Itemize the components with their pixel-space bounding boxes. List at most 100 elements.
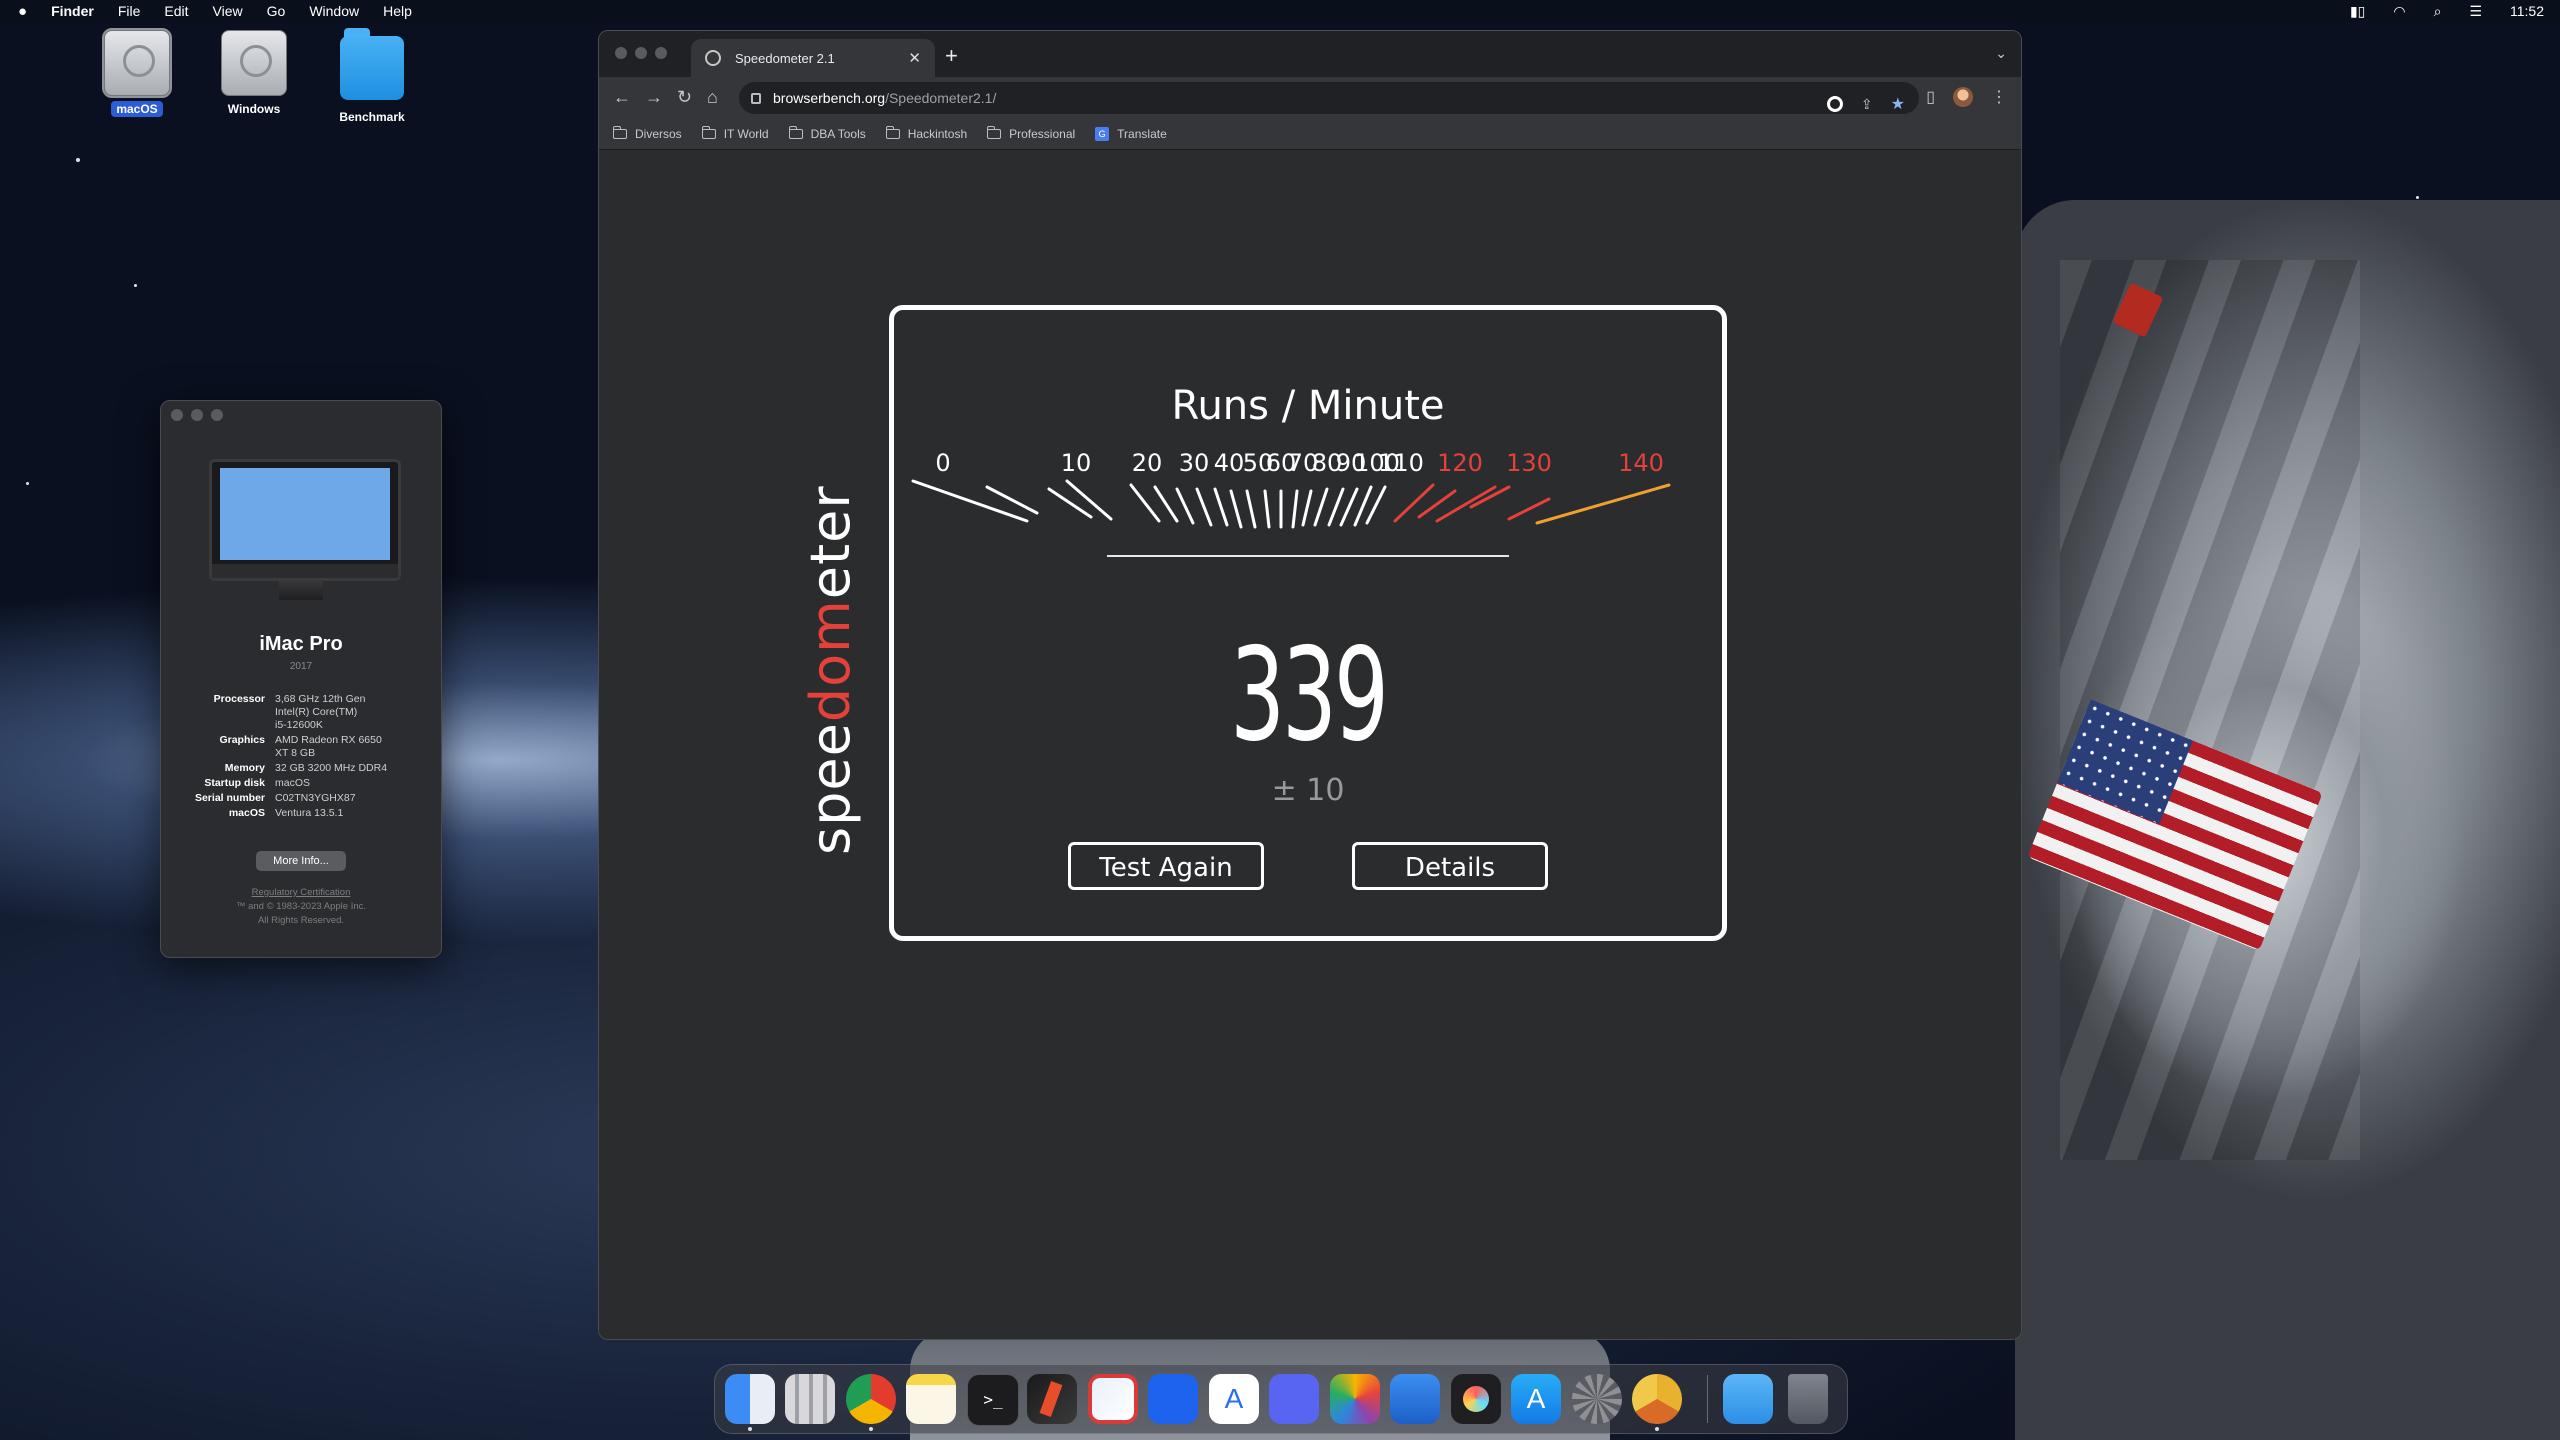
regulatory-link[interactable]: Regulatory Certification (161, 886, 441, 900)
running-indicator (869, 1427, 873, 1431)
score-margin: ± 10 (1271, 773, 1345, 808)
davinci-resolve-icon[interactable] (1451, 1374, 1501, 1424)
spotlight-icon[interactable]: ⌕ (2434, 3, 2442, 20)
pixelmator-icon[interactable] (1330, 1374, 1380, 1424)
gauge-label-130: 130 (1506, 449, 1552, 477)
launchpad-icon[interactable] (785, 1374, 835, 1424)
new-tab-button[interactable]: + (945, 43, 958, 69)
window-controls (171, 409, 223, 421)
bookmark-translate[interactable]: G Translate (1095, 127, 1167, 141)
bookmark-professional[interactable]: Professional (987, 126, 1075, 141)
gauge-tick-lines (911, 479, 1671, 529)
widgets-icon[interactable]: ▮▯ (2350, 3, 2365, 20)
toolbox-icon[interactable] (1027, 1374, 1077, 1424)
tab-search-icon[interactable]: ⌄ (1995, 45, 2007, 62)
folder-icon (613, 126, 627, 139)
app-store-icon[interactable]: A (1511, 1374, 1561, 1424)
trash-icon[interactable] (1788, 1374, 1828, 1424)
gauge-label-110: 110 (1378, 449, 1424, 477)
running-indicator (1655, 1427, 1659, 1431)
apple-menu-icon[interactable]: ● (18, 3, 27, 20)
gauge-label-40: 40 (1214, 449, 1245, 477)
gauge-tick-mark (1065, 479, 1113, 521)
close-tab-icon[interactable]: ✕ (908, 49, 921, 67)
gauge-label-30: 30 (1179, 449, 1210, 477)
window-controls (615, 47, 667, 59)
address-bar[interactable]: browserbench.org/Speedometer2.1/ ⇪ ★ (739, 82, 1919, 114)
gauge-tick-mark (1195, 487, 1213, 527)
menu-kebab-icon[interactable]: ⋮ (1991, 87, 2007, 107)
zoom-button[interactable] (655, 47, 667, 59)
chrome-icon[interactable] (846, 1374, 896, 1424)
reload-icon[interactable]: ↻ (677, 87, 692, 108)
desktop-icon-label: Benchmark (339, 110, 405, 124)
textedit-icon[interactable]: A (1209, 1374, 1259, 1424)
terminal-icon[interactable]: >_ (967, 1374, 1019, 1426)
url-path: /Speedometer2.1/ (885, 90, 997, 106)
test-again-button[interactable]: Test Again (1068, 842, 1264, 890)
notes-icon[interactable] (906, 1374, 956, 1424)
menu-window[interactable]: Window (309, 3, 359, 19)
gauge-tick-mark (1245, 489, 1257, 529)
wifi-icon[interactable]: ◠ (2393, 3, 2405, 20)
dock: >_ A A (714, 1364, 1848, 1434)
more-info-button[interactable]: More Info... (256, 851, 346, 871)
preview-icon[interactable] (1390, 1374, 1440, 1424)
close-button[interactable] (615, 47, 627, 59)
chrome-canary-icon[interactable] (1632, 1374, 1682, 1424)
desktop-icon-label: macOS (111, 101, 163, 117)
menubar-clock[interactable]: 11:52 (2510, 3, 2544, 19)
finder-icon[interactable] (725, 1374, 775, 1424)
star (134, 284, 137, 287)
share-icon[interactable]: ⇪ (1861, 96, 1873, 113)
google-lens-icon[interactable] (1826, 96, 1843, 112)
spec-row: Serial number C02TN3YGHX87 (194, 792, 356, 804)
desktop-icon-benchmark[interactable]: Benchmark (317, 28, 427, 124)
star (76, 158, 80, 162)
home-icon[interactable]: ⌂ (707, 87, 718, 108)
address-bar-actions: ⇪ ★ (1826, 94, 1905, 114)
bookmark-it-world[interactable]: IT World (701, 126, 769, 141)
runs-per-minute-title: Runs / Minute (1171, 383, 1445, 429)
minimize-button[interactable] (191, 409, 203, 421)
minimize-button[interactable] (635, 47, 647, 59)
menu-app-name[interactable]: Finder (51, 3, 94, 19)
docker-icon[interactable] (1148, 1374, 1198, 1424)
close-button[interactable] (171, 409, 183, 421)
back-icon[interactable]: ← (613, 87, 631, 108)
control-center-icon[interactable]: ☰ (2469, 3, 2482, 20)
bookmark-dba-tools[interactable]: DBA Tools (788, 126, 866, 141)
bookmark-diversos[interactable]: Diversos (613, 126, 682, 141)
gauge-tick-mark (1313, 487, 1329, 527)
toolbar-right: ▯ ⋮ (1926, 87, 2007, 107)
desktop-icon-windows[interactable]: Windows (199, 30, 309, 116)
tab-title: Speedometer 2.1 (735, 50, 835, 66)
star (26, 482, 29, 485)
details-button[interactable]: Details (1352, 842, 1548, 890)
forward-icon[interactable]: → (645, 87, 663, 108)
translate-icon: G (1095, 127, 1110, 141)
discord-icon[interactable] (1269, 1374, 1319, 1424)
downloads-folder-icon[interactable] (1723, 1374, 1773, 1424)
side-panel-icon[interactable]: ▯ (1926, 87, 1935, 107)
spec-row: Processor 3,68 GHz 12th Gen Intel(R) Core… (213, 693, 366, 731)
profile-avatar[interactable] (1953, 87, 1973, 107)
desktop-icon-macos[interactable]: macOS (82, 28, 192, 117)
menu-help[interactable]: Help (383, 3, 412, 19)
bookmark-hackintosh[interactable]: Hackintosh (885, 126, 967, 141)
gauge-tick-mark (1301, 489, 1313, 527)
gauge-dial: 0 10 20 30 405060708090100110 120 130 140 (911, 449, 1671, 529)
running-indicator (748, 1427, 752, 1431)
menu-edit[interactable]: Edit (164, 3, 188, 19)
zoom-button[interactable] (211, 409, 223, 421)
system-settings-icon[interactable] (1572, 1374, 1622, 1424)
menu-go[interactable]: Go (267, 3, 286, 19)
menu-view[interactable]: View (213, 3, 243, 19)
menu-file[interactable]: File (118, 3, 141, 19)
bookmark-star-icon[interactable]: ★ (1891, 94, 1905, 114)
lock-icon[interactable] (751, 92, 761, 104)
score-separator (1107, 555, 1509, 557)
tab-speedometer[interactable]: Speedometer 2.1 ✕ (691, 39, 935, 77)
remote-desktop-icon[interactable] (1088, 1374, 1138, 1424)
speedometer-logo: speedometer (799, 479, 862, 861)
